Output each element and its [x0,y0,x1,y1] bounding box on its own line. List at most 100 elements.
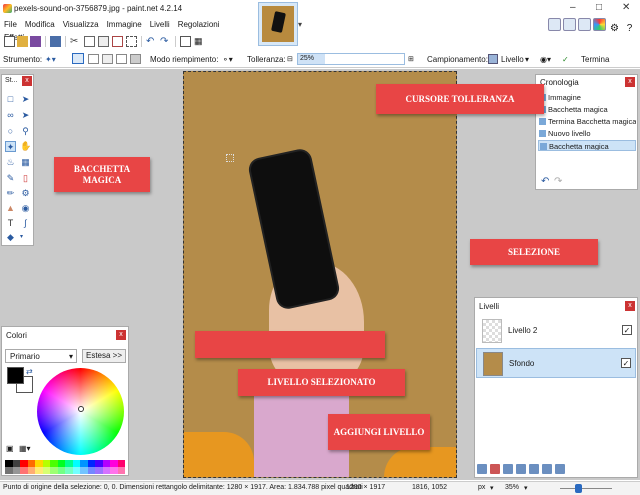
redo-icon[interactable]: ↷ [160,36,171,47]
layer-row[interactable]: Livello 2 ✓ [476,316,636,346]
menu-visualizza[interactable]: Visualizza [59,18,103,31]
menu-file[interactable]: File [0,18,21,31]
history-item[interactable]: Bacchetta magica [538,104,636,115]
rectangle-select-icon[interactable]: □ [5,94,16,105]
minimize-button[interactable]: – [570,2,576,13]
palette-swatch[interactable] [87,467,95,474]
palette-swatch[interactable] [12,460,20,467]
text-icon[interactable]: T [5,218,16,229]
chevron-down-icon[interactable]: ▾ [525,55,529,64]
move-layer-up-icon[interactable] [529,464,539,474]
gradient-icon[interactable]: ▦ [20,157,31,168]
selection-mode-intersect[interactable] [116,54,127,64]
reset-colors-icon[interactable]: ▣ [6,444,14,453]
delete-layer-icon[interactable] [490,464,500,474]
palette-swatch[interactable] [12,467,20,474]
move-selection-icon[interactable]: ➤ [20,110,31,121]
line-curve-icon[interactable]: ∫ [20,218,31,229]
color-palette[interactable] [5,460,126,474]
close-button[interactable]: ✕ [622,2,630,13]
menu-livelli[interactable]: Livelli [146,18,174,31]
palette-swatch[interactable] [5,460,13,467]
save-icon[interactable] [30,36,41,47]
palette-swatch[interactable] [65,467,73,474]
merge-layer-icon[interactable] [516,464,526,474]
maximize-button[interactable]: □ [596,2,602,13]
palette-swatch[interactable] [5,467,13,474]
palette-swatch[interactable] [20,467,28,474]
open-icon[interactable] [17,36,28,47]
palette-swatch[interactable] [95,460,103,467]
redo-icon[interactable]: ↷ [554,176,562,187]
layer-sampling-icon[interactable] [488,54,498,64]
menu-modifica[interactable]: Modifica [21,18,59,31]
pencil-icon[interactable]: ✏ [5,188,16,199]
palette-swatch[interactable] [20,460,28,467]
shapes-icon[interactable]: ◆ [5,232,16,243]
magic-wand-icon[interactable]: ✦▾ [45,55,56,64]
color-mode-select[interactable]: Primario ▾ [5,349,77,363]
palette-swatch[interactable] [57,460,65,467]
flood-mode-icon[interactable]: ⚬▾ [222,55,233,64]
unit-select[interactable]: px [478,484,485,491]
layers-window-icon[interactable] [578,18,591,31]
colors-panel-close-button[interactable]: x [116,330,126,340]
move-layer-down-icon[interactable] [542,464,552,474]
history-item[interactable]: Nuovo livello [538,128,636,139]
palette-swatch[interactable] [102,460,110,467]
palette-swatch[interactable] [27,460,35,467]
lasso-select-icon[interactable]: ∞ [5,110,16,121]
palette-swatch[interactable] [35,467,43,474]
duplicate-layer-icon[interactable] [503,464,513,474]
color-picker-icon[interactable]: ⚙ [20,188,31,199]
palette-swatch[interactable] [72,460,80,467]
chevron-down-icon[interactable]: ▾ [298,20,302,29]
menu-regolazioni[interactable]: Regolazioni [174,18,224,31]
tolerance-decrease-icon[interactable]: ⊟ [287,55,293,63]
palette-swatch[interactable] [80,467,88,474]
tools-panel-close-button[interactable]: x [22,76,32,86]
palette-swatch[interactable] [42,467,50,474]
selection-mode-exclude[interactable] [102,54,113,64]
selection-mode-xor[interactable] [130,54,141,64]
palette-icon[interactable]: ▦▾ [19,444,31,453]
antialias-icon[interactable]: ◉▾ [540,55,551,64]
layer-visibility-checkbox[interactable]: ✓ [622,325,632,335]
chevron-down-icon[interactable]: ▾ [16,232,27,243]
palette-swatch[interactable] [57,467,65,474]
new-icon[interactable] [4,36,15,47]
zoom-slider-handle[interactable] [575,484,582,493]
sampling-value[interactable]: Livello [501,55,524,64]
tolerance-increase-icon[interactable]: ⊞ [408,55,414,63]
zoom-icon[interactable]: ⚲ [20,126,31,137]
palette-swatch[interactable] [27,467,35,474]
history-item[interactable]: Immagine [538,92,636,103]
undo-icon[interactable]: ↶ [146,36,157,47]
ruler-icon[interactable]: ▦ [194,36,205,47]
palette-swatch[interactable] [87,460,95,467]
menu-immagine[interactable]: Immagine [103,18,146,31]
ellipse-select-icon[interactable]: ○ [5,126,16,137]
paint-bucket-icon[interactable]: ♨ [5,157,16,168]
palette-swatch[interactable] [42,460,50,467]
layer-visibility-checkbox[interactable]: ✓ [621,358,631,368]
magic-wand-tool-icon[interactable]: ✦ [5,141,16,152]
palette-swatch[interactable] [65,460,73,467]
history-item-selected[interactable]: Bacchetta magica [538,140,636,151]
palette-swatch[interactable] [110,460,118,467]
selection-mode-replace[interactable] [72,53,84,64]
move-selected-icon[interactable]: ➤ [20,94,31,105]
pan-icon[interactable]: ✋ [20,141,31,152]
palette-swatch[interactable] [110,467,118,474]
history-window-icon[interactable] [563,18,576,31]
layer-properties-icon[interactable] [555,464,565,474]
gear-icon[interactable]: ⚙ [608,23,621,36]
zoom-slider-track[interactable] [560,488,612,489]
palette-swatch[interactable] [95,467,103,474]
palette-swatch[interactable] [117,467,125,474]
palette-swatch[interactable] [80,460,88,467]
crop-icon[interactable] [112,36,123,47]
undo-icon[interactable]: ↶ [541,176,549,187]
layers-panel-close-button[interactable]: x [625,301,635,311]
tools-window-icon[interactable] [548,18,561,31]
